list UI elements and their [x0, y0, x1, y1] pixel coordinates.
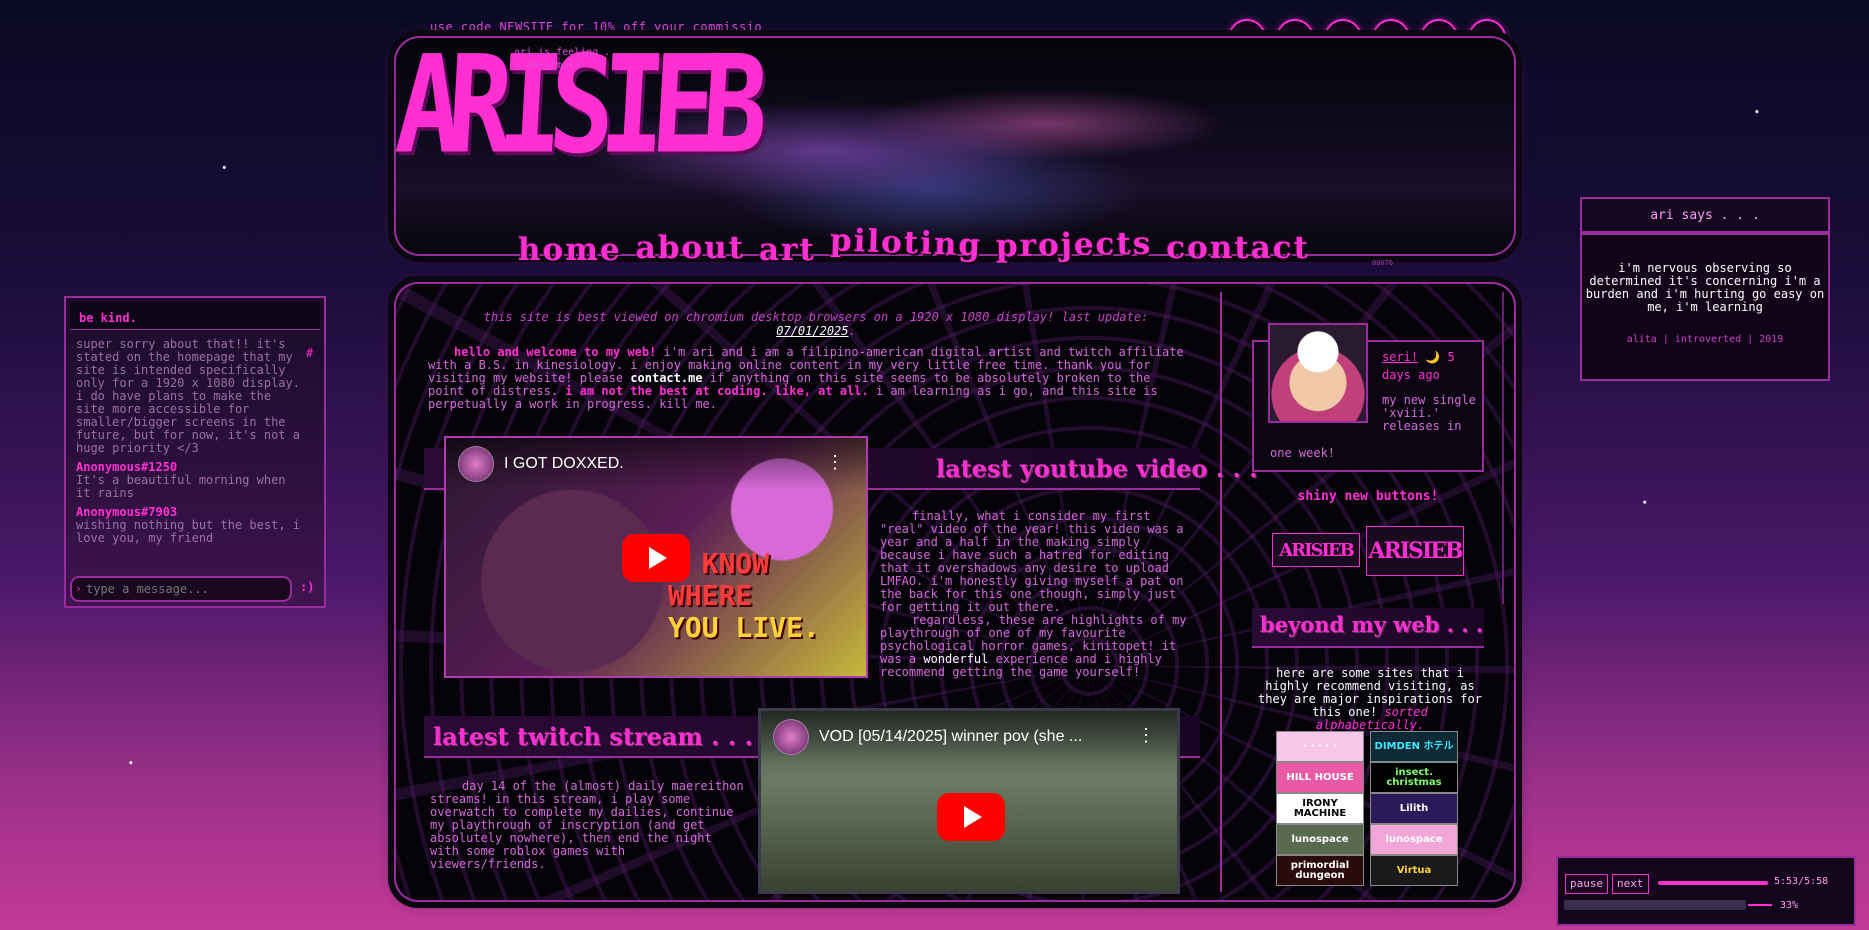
site-button[interactable]: Lilith [1370, 793, 1458, 824]
site-button-grid: · · · · · DIMDEN ホテル HILL HOUSE insect. chr… [1276, 731, 1458, 886]
thumbnail-line-1: I KNOW WHERE [668, 547, 770, 612]
mood-value: ☹ abnormal! [514, 60, 581, 71]
chat-send-button[interactable]: :) [300, 580, 314, 594]
youtube-video-title[interactable]: I GOT DOXXED. [504, 455, 624, 473]
play-button-icon[interactable] [937, 793, 1005, 841]
more-options-icon[interactable]: ⋮ [1137, 725, 1155, 746]
chat-message: wishing nothing but the best, i love you… [76, 518, 300, 545]
volume-slider[interactable] [1748, 904, 1772, 906]
quote-header: ari says . . . [1580, 197, 1830, 233]
chat-message: It's a beautiful morning when it rains [76, 473, 286, 500]
channel-avatar[interactable] [458, 446, 494, 482]
progress-bar[interactable] [1658, 881, 1768, 885]
best-view-text: this site is best viewed on chromium des… [483, 310, 1149, 324]
site-button[interactable]: lunospace [1370, 824, 1458, 855]
chatbox-title: be kind. [79, 311, 137, 325]
contact-link[interactable]: contact.me [630, 371, 702, 385]
twitch-description: day 14 of the (almost) daily maereithon … [430, 779, 744, 871]
best-view-notice: this site is best viewed on chromium des… [483, 310, 1149, 338]
site-button[interactable]: lunospace [1276, 824, 1364, 855]
site-button[interactable]: DIMDEN ホテル [1370, 731, 1458, 762]
status-text: my new single 'xviii.' releases in [1382, 393, 1476, 433]
quote-source: alita | introverted | 2019 [1626, 334, 1784, 345]
intro-warning: i am not the best at coding. like, at al… [565, 384, 869, 398]
site-button[interactable]: Virtua [1370, 855, 1458, 886]
status-count: 5 [1447, 350, 1455, 364]
youtube-description: finally, what i consider my first "real"… [880, 510, 1196, 679]
profile-avatar [1268, 323, 1368, 423]
mood-label: ari is feeling . . . [514, 47, 635, 58]
next-button[interactable]: next [1612, 874, 1649, 894]
youtube-embed[interactable]: I GOT DOXXED. ⋮ I KNOW WHERE YOU LIVE. [444, 436, 868, 678]
main-nav: home about art piloting projects contact [518, 222, 1310, 268]
site-button[interactable]: IRONY MACHINE [1276, 793, 1364, 824]
nav-contact[interactable]: contact [1166, 230, 1310, 266]
moon-icon: 🌙 [1425, 350, 1441, 364]
youtube-embed-header: I GOT DOXXED. [446, 438, 866, 490]
site-button-small[interactable]: ARISIEB [1272, 533, 1360, 567]
volume-track[interactable] [1564, 900, 1746, 910]
beyond-text: here are some sites that i highly recomm… [1258, 666, 1482, 719]
nav-home[interactable]: home [518, 232, 622, 268]
chat-scrollbar[interactable]: # [306, 346, 313, 360]
twitch-vod-embed[interactable]: VOD [05/14/2025] winner pov (she ... ⋮ [758, 708, 1180, 894]
track-time: 5:53/5:58 [1774, 876, 1829, 887]
intro-paragraph: hello and welcome to my web! i'm ari and… [428, 346, 1184, 411]
site-button-large[interactable]: ARISIEB [1366, 526, 1464, 576]
right-column-edge [1502, 292, 1504, 604]
pause-button[interactable]: pause [1565, 874, 1609, 894]
chat-message: super sorry about that!! it's stated on … [76, 338, 300, 455]
nav-about[interactable]: about [636, 230, 745, 266]
hit-counter: 00076 [1372, 259, 1394, 267]
youtube-section-title: latest youtube video . . . [936, 454, 1258, 483]
chat-messages[interactable]: super sorry about that!! it's stated on … [76, 338, 304, 564]
nav-projects[interactable]: projects [996, 226, 1153, 265]
site-button[interactable]: insect. christmas [1370, 762, 1458, 793]
twitch-section-title: latest twitch stream . . . [433, 722, 753, 751]
thumbnail-text: I KNOW WHERE YOU LIVE. [668, 548, 866, 644]
volume-percent: 33% [1780, 900, 1799, 911]
beyond-section-title: beyond my web . . . [1260, 612, 1484, 637]
status-text-tail: one week! [1270, 446, 1336, 460]
youtube-desc-p1: finally, what i consider my first "real"… [880, 509, 1184, 614]
last-update-date: 07/01/2025 [776, 324, 849, 338]
chat-message-input[interactable] [70, 576, 292, 602]
status-username[interactable]: seri! [1382, 350, 1418, 364]
beyond-description: here are some sites that i highly recomm… [1258, 667, 1482, 732]
column-divider [1220, 292, 1222, 892]
nav-art[interactable]: art [759, 232, 816, 268]
chevron-right-icon: › [75, 582, 82, 595]
more-options-icon[interactable]: ⋮ [826, 452, 844, 473]
play-button-icon[interactable] [622, 534, 690, 582]
nav-piloting[interactable]: piloting [829, 222, 982, 263]
quote-text: i'm nervous observing so determined it's… [1585, 261, 1825, 314]
status-time: days ago [1382, 368, 1440, 382]
buttons-heading: shiny new buttons! [1297, 489, 1439, 504]
twitch-vod-title[interactable]: VOD [05/14/2025] winner pov (she ... [819, 728, 1082, 746]
site-button[interactable]: primordial dungeon [1276, 855, 1364, 886]
intro-hello: hello and welcome to my web! [454, 345, 657, 359]
site-button[interactable]: · · · · · [1276, 731, 1364, 762]
thumbnail-line-2: YOU LIVE. [668, 611, 820, 644]
channel-avatar[interactable] [773, 719, 809, 755]
status-user: seri! 🌙 5 [1382, 350, 1455, 364]
mood-status: ari is feeling . . . ☹ abnormal! [514, 46, 634, 72]
vod-embed-header: VOD [05/14/2025] winner pov (she ... [761, 711, 1177, 763]
youtube-desc-highlight: wonderful [923, 652, 989, 666]
site-button[interactable]: HILL HOUSE [1276, 762, 1364, 793]
